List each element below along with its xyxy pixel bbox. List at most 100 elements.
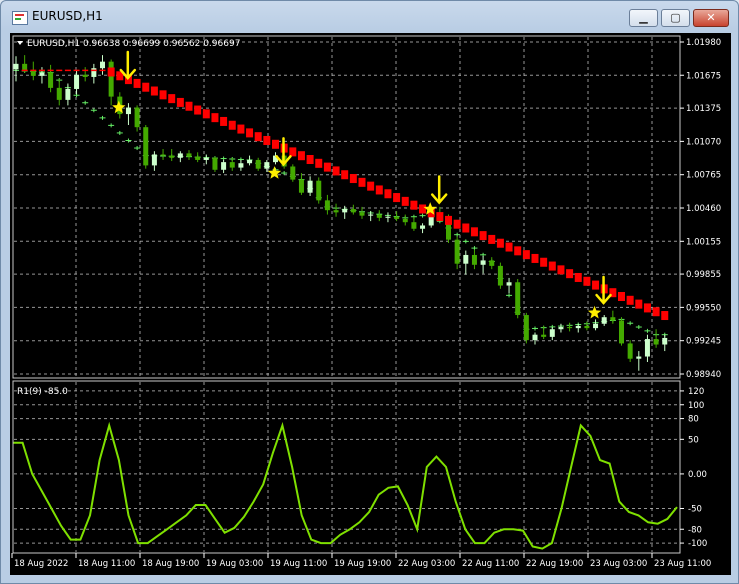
trend-block [496, 238, 504, 248]
candle-body [480, 260, 486, 265]
trend-block [470, 227, 478, 237]
candle-body [134, 107, 140, 128]
trend-block [514, 246, 522, 256]
trend-block [133, 78, 141, 88]
trend-block [323, 162, 331, 172]
candle-body [575, 325, 581, 329]
candle-body [30, 70, 36, 76]
candle-body [74, 74, 80, 89]
trend-block [289, 147, 297, 157]
candle-body [48, 72, 54, 88]
price-label: 1.01375 [686, 104, 721, 114]
candle-body [125, 107, 131, 115]
trend-block [479, 231, 487, 241]
candle-body [515, 282, 521, 316]
candle-body [350, 209, 356, 213]
trend-block [462, 223, 470, 233]
candle-body [56, 87, 62, 100]
trend-block [185, 101, 193, 111]
candle-body [316, 180, 322, 201]
window-title: EURUSD,H1 [32, 9, 103, 23]
trend-block [557, 265, 565, 275]
trend-block [583, 276, 591, 286]
candle-body [100, 61, 105, 69]
time-label: 23 Aug 11:00 [654, 559, 711, 569]
time-label: 19 Aug 19:00 [334, 559, 391, 569]
title-bar[interactable]: EURUSD,H1 ▁ ▢ ✕ [1, 1, 738, 33]
time-label: 18 Aug 11:00 [78, 559, 135, 569]
level-label: 0.00 [688, 470, 707, 480]
close-button[interactable]: ✕ [693, 9, 729, 27]
trend-block [652, 307, 660, 317]
price-label: 1.01070 [686, 137, 721, 147]
candle-body [653, 339, 659, 345]
trend-block [176, 97, 184, 107]
candle-body [39, 72, 45, 76]
trend-block [419, 204, 427, 214]
trend-block [592, 280, 600, 290]
candle-body [255, 159, 261, 169]
candle-body [368, 214, 374, 216]
minimize-button[interactable]: ▁ [629, 9, 658, 27]
trend-block [401, 196, 409, 206]
candle-body [523, 315, 529, 341]
candle-body [601, 317, 607, 324]
trend-block [202, 109, 210, 119]
candle-body [463, 254, 469, 264]
candle-body [541, 334, 547, 337]
candle-body [238, 163, 244, 168]
trend-block [375, 185, 383, 195]
trend-block [246, 128, 254, 138]
price-label: 0.98940 [686, 370, 721, 380]
candle-body [532, 334, 538, 341]
time-label: 19 Aug 03:00 [206, 559, 263, 569]
candle-body [567, 327, 573, 329]
trend-block [297, 151, 305, 161]
trend-block [349, 174, 357, 184]
candle-body [307, 180, 313, 193]
trend-block [211, 113, 219, 123]
trend-block [306, 155, 314, 165]
trend-block [531, 253, 539, 263]
candle-body [359, 212, 365, 216]
price-label: 0.99855 [686, 270, 721, 280]
candle-body [454, 239, 460, 264]
trend-block [540, 257, 548, 267]
trend-block [315, 158, 323, 168]
price-label: 1.00155 [686, 237, 721, 247]
time-label: 23 Aug 03:00 [590, 559, 647, 569]
maximize-button[interactable]: ▢ [661, 9, 690, 27]
trend-block [643, 303, 651, 313]
trend-block [367, 181, 375, 191]
chart-client-area[interactable]: 1.01980 1.01675 1.01375 1.01070 1.00765 1.004… [10, 33, 731, 575]
candle-body [264, 162, 270, 169]
candle-body [177, 153, 183, 158]
trend-block [358, 177, 366, 187]
candle-body [610, 317, 616, 321]
price-chart[interactable]: 1.01980 1.01675 1.01375 1.01070 1.00765 1.004… [10, 33, 731, 575]
candle-body [82, 74, 88, 77]
candle-body [247, 159, 253, 164]
candle-body [212, 157, 218, 170]
candle-body [489, 260, 495, 266]
level-label: -50 [688, 505, 702, 515]
level-label: 120 [688, 387, 704, 397]
trend-block [237, 124, 245, 134]
trend-block [522, 250, 530, 260]
trend-block [410, 200, 418, 210]
trend-block [254, 132, 262, 142]
trend-block [393, 193, 401, 203]
trend-block [332, 166, 340, 176]
candle-body [506, 282, 512, 286]
time-label: 18 Aug 19:00 [142, 559, 199, 569]
candle-body [497, 265, 503, 286]
trend-block [194, 105, 202, 115]
trend-block [661, 311, 669, 321]
candle-body [644, 339, 650, 357]
symbol-header: EURUSD,H1 0.96638 0.96699 0.96562 0.9669… [27, 39, 240, 49]
candle-body [186, 153, 192, 157]
candle-body [584, 325, 590, 329]
candle-body [108, 61, 114, 97]
price-label: 0.99245 [686, 337, 721, 347]
candle-body [549, 329, 555, 337]
